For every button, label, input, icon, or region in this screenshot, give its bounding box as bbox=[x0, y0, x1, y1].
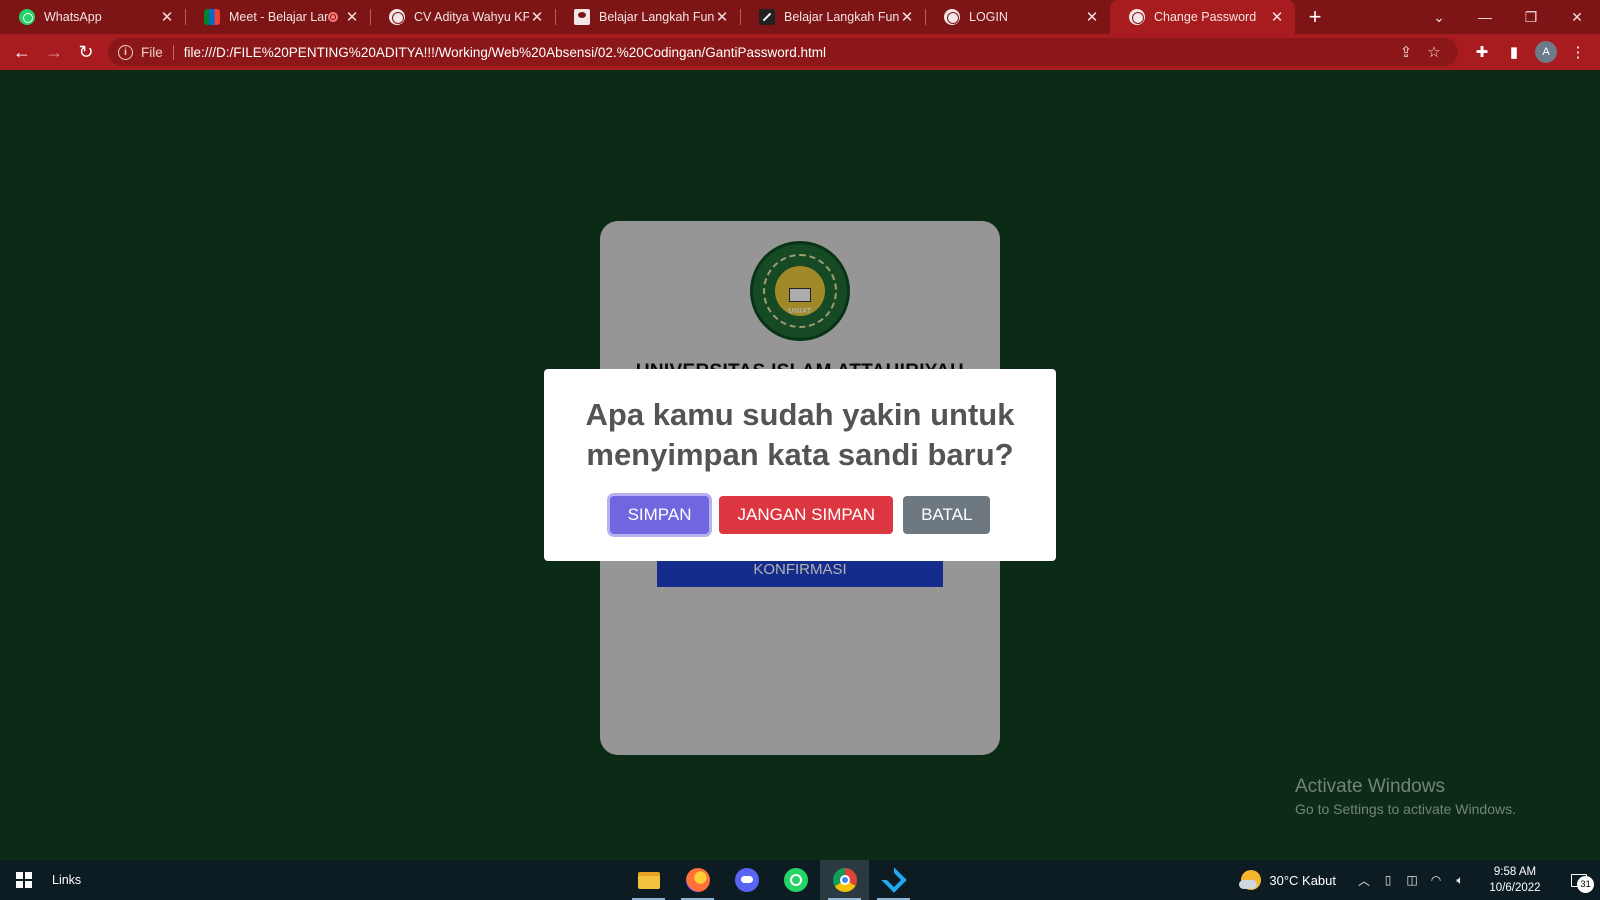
taskbar: Links 30°C Kabut ︿ ▯ ◫ ◠ 🔈︎ 9:58 AM 10/6… bbox=[0, 860, 1600, 900]
profile-button[interactable]: A bbox=[1530, 37, 1562, 67]
cancel-button[interactable]: BATAL bbox=[903, 496, 991, 534]
globe-icon bbox=[944, 9, 960, 25]
scheme-label: File bbox=[141, 44, 174, 60]
close-icon[interactable]: ✕ bbox=[529, 8, 545, 26]
close-icon[interactable]: ✕ bbox=[714, 8, 730, 26]
back-button[interactable]: ← bbox=[6, 37, 38, 67]
reload-button[interactable]: ↻ bbox=[70, 37, 102, 67]
weather-text[interactable]: 30°C Kabut bbox=[1269, 873, 1336, 888]
activation-watermark: Activate Windows Go to Settings to activ… bbox=[1295, 776, 1516, 817]
dialog-actions: SIMPAN JANGAN SIMPAN BATAL bbox=[544, 496, 1056, 534]
file-explorer-icon bbox=[637, 871, 660, 889]
forward-button[interactable]: → bbox=[38, 37, 70, 67]
speaker-icon[interactable]: 🔈︎ bbox=[1448, 873, 1472, 888]
wifi-icon[interactable]: ◠ bbox=[1424, 873, 1448, 887]
firefox-icon bbox=[685, 868, 710, 892]
globe-icon bbox=[389, 9, 405, 25]
usb-icon[interactable]: ▯ bbox=[1376, 873, 1400, 887]
dialog-title: Apa kamu sudah yakin untuk menyimpan kat… bbox=[585, 397, 1015, 472]
whatsapp-icon bbox=[19, 9, 35, 25]
vscode-icon bbox=[882, 868, 906, 892]
system-tray: 30°C Kabut ︿ ▯ ◫ ◠ 🔈︎ 9:58 AM 10/6/2022 … bbox=[1239, 860, 1600, 900]
taskbar-whatsapp[interactable] bbox=[771, 860, 820, 900]
recording-icon bbox=[328, 12, 338, 22]
address-bar[interactable]: i File file:///D:/FILE%20PENTING%20ADITY… bbox=[108, 38, 1458, 66]
watermark-subtitle: Go to Settings to activate Windows. bbox=[1295, 801, 1516, 817]
taskbar-firefox[interactable] bbox=[673, 860, 722, 900]
tab-title: Belajar Langkah Fundan bbox=[784, 10, 899, 24]
tab-title: WhatsApp bbox=[44, 10, 102, 24]
dont-save-button[interactable]: JANGAN SIMPAN bbox=[719, 496, 894, 534]
restore-button[interactable]: ❐ bbox=[1508, 0, 1554, 34]
taskbar-file-explorer[interactable] bbox=[624, 860, 673, 900]
url-text[interactable]: file:///D:/FILE%20PENTING%20ADITYA!!!/Wo… bbox=[184, 45, 1392, 60]
tab-title: LOGIN bbox=[969, 10, 1008, 24]
document-icon bbox=[574, 9, 590, 25]
tab-cv[interactable]: CV Aditya Wahyu KP ✕ bbox=[370, 0, 555, 34]
save-button[interactable]: SIMPAN bbox=[609, 496, 710, 534]
close-icon[interactable]: ✕ bbox=[159, 8, 175, 26]
tab-title: Change Password bbox=[1154, 10, 1257, 24]
tab-title: Meet - Belajar Lang bbox=[229, 10, 328, 24]
tab-whatsapp[interactable]: WhatsApp ✕ bbox=[0, 0, 185, 34]
close-icon[interactable]: ✕ bbox=[344, 8, 360, 26]
taskbar-discord[interactable] bbox=[722, 860, 771, 900]
tab-login[interactable]: LOGIN ✕ bbox=[925, 0, 1110, 34]
windows-icon bbox=[16, 872, 32, 888]
notification-center-button[interactable]: 31 bbox=[1558, 860, 1600, 900]
tab-belajar-1[interactable]: Belajar Langkah Fundan ✕ bbox=[555, 0, 740, 34]
browser-tab-strip: WhatsApp ✕ Meet - Belajar Lang ✕ CV Adit… bbox=[0, 0, 1600, 34]
share-icon[interactable]: ⇪ bbox=[1392, 43, 1420, 61]
tab-belajar-2[interactable]: Belajar Langkah Fundan ✕ bbox=[740, 0, 925, 34]
close-icon[interactable]: ✕ bbox=[1084, 8, 1100, 26]
menu-icon[interactable]: ⋮ bbox=[1562, 37, 1594, 67]
bookmark-star-icon[interactable]: ☆ bbox=[1420, 43, 1448, 61]
clock-date: 10/6/2022 bbox=[1489, 882, 1541, 894]
clock[interactable]: 9:58 AM 10/6/2022 bbox=[1478, 864, 1552, 896]
tab-meet[interactable]: Meet - Belajar Lang ✕ bbox=[185, 0, 370, 34]
tab-title: CV Aditya Wahyu KP bbox=[414, 10, 529, 24]
extensions-icon[interactable]: ✚ bbox=[1466, 37, 1498, 67]
confirm-save-dialog: Apa kamu sudah yakin untuk menyimpan kat… bbox=[544, 369, 1056, 561]
new-tab-button[interactable]: + bbox=[1295, 0, 1335, 34]
taskbar-chrome[interactable] bbox=[820, 860, 869, 900]
chevron-up-icon[interactable]: ︿ bbox=[1352, 872, 1376, 889]
avatar: A bbox=[1535, 41, 1557, 63]
info-icon[interactable]: i bbox=[118, 44, 133, 60]
google-meet-icon bbox=[204, 9, 220, 25]
tab-title: Belajar Langkah Fundan bbox=[599, 10, 714, 24]
chrome-icon bbox=[832, 868, 857, 892]
close-icon[interactable]: ✕ bbox=[1269, 8, 1285, 26]
tab-change-password[interactable]: Change Password ✕ bbox=[1110, 0, 1295, 34]
watermark-title: Activate Windows bbox=[1295, 776, 1445, 797]
clock-time: 9:58 AM bbox=[1493, 866, 1537, 878]
side-panel-icon[interactable]: ▮ bbox=[1498, 37, 1530, 67]
minimize-button[interactable]: — bbox=[1462, 0, 1508, 34]
notification-badge: 31 bbox=[1577, 876, 1594, 893]
taskbar-vscode[interactable] bbox=[869, 860, 918, 900]
links-toolbar[interactable]: Links bbox=[52, 873, 81, 887]
pen-icon bbox=[759, 9, 775, 25]
taskbar-apps bbox=[624, 860, 918, 900]
camera-icon[interactable]: ◫ bbox=[1400, 873, 1424, 887]
page-content: UNIAT UNIVERSITAS ISLAM ATTAHIRIYAH KONF… bbox=[0, 70, 1600, 860]
close-window-button[interactable]: ✕ bbox=[1554, 0, 1600, 34]
window-controls: ⌄ — ❐ ✕ bbox=[1416, 0, 1600, 34]
globe-icon bbox=[1129, 9, 1145, 25]
discord-icon bbox=[734, 868, 759, 892]
browser-toolbar: ← → ↻ i File file:///D:/FILE%20PENTING%2… bbox=[0, 34, 1600, 70]
tab-search-icon[interactable]: ⌄ bbox=[1416, 0, 1462, 34]
start-button[interactable] bbox=[0, 860, 48, 900]
weather-icon[interactable] bbox=[1239, 870, 1262, 890]
whatsapp-icon bbox=[783, 868, 808, 892]
close-icon[interactable]: ✕ bbox=[899, 8, 915, 26]
